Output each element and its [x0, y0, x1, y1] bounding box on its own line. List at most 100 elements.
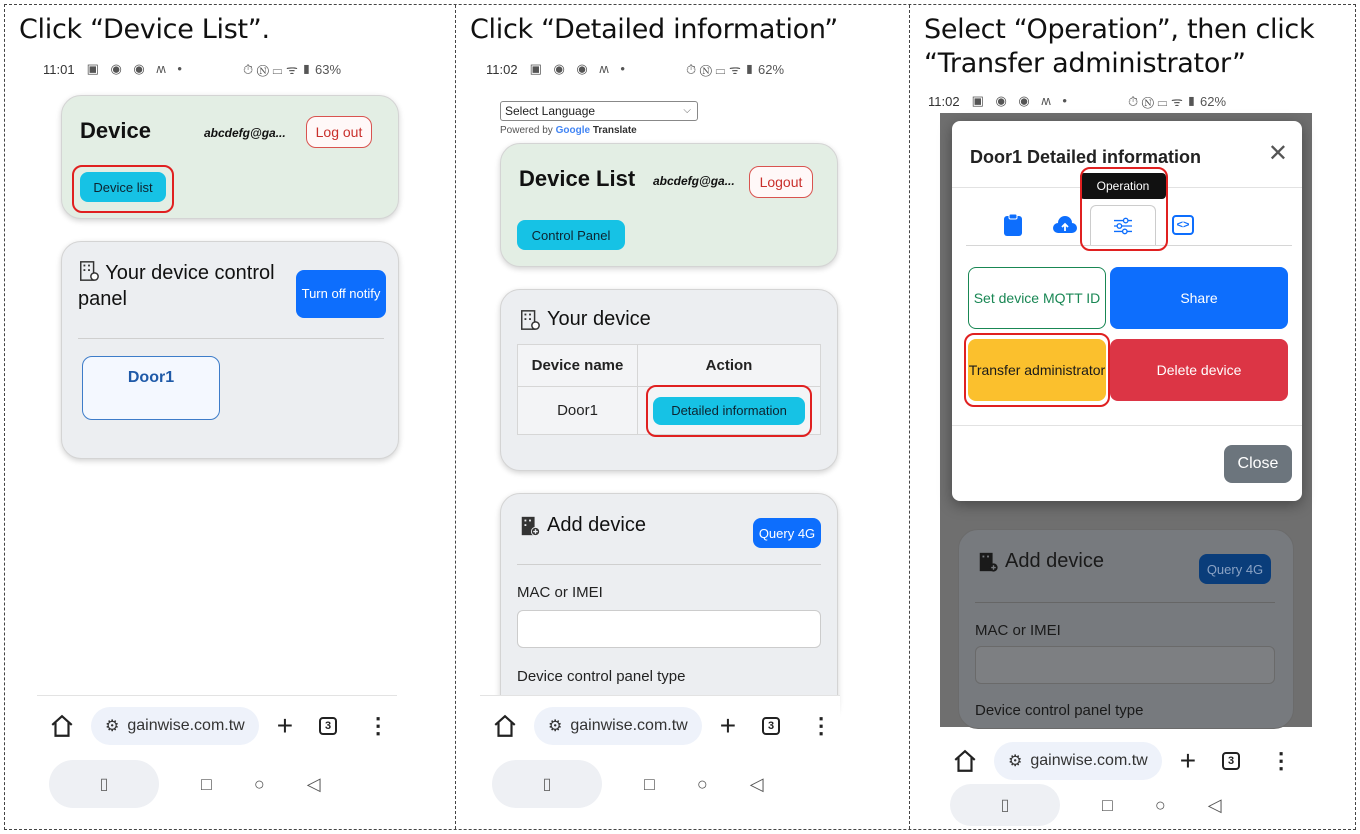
new-tab-icon[interactable]: + — [277, 710, 293, 742]
home-icon[interactable] — [492, 713, 518, 739]
home-icon[interactable] — [49, 713, 75, 739]
site-settings-icon[interactable]: ⚙ — [105, 716, 119, 736]
rotate-icon[interactable]: ▯ — [492, 760, 602, 808]
home-icon[interactable] — [952, 748, 978, 774]
browser-toolbar: ⚙ gainwise.com.tw + 3 ⋮ — [480, 695, 840, 755]
highlight-device-list — [72, 165, 174, 213]
android-nav-bar: ▯ □ ○ ◁ — [49, 757, 409, 811]
recents-icon[interactable]: □ — [644, 774, 655, 795]
highlight-transfer-administrator — [964, 333, 1110, 407]
code-icon[interactable]: <> — [1172, 215, 1194, 235]
url-bar[interactable]: ⚙ gainwise.com.tw — [534, 706, 702, 745]
status-time: 11:02 — [928, 93, 960, 109]
battery-level: 62% — [758, 62, 785, 77]
query-4g-button[interactable]: Query 4G — [1199, 554, 1271, 584]
step-2-caption: Click “Detailed information” — [470, 14, 838, 45]
more-menu-icon[interactable]: ⋮ — [810, 713, 832, 739]
control-panel-button[interactable]: Control Panel — [517, 220, 625, 250]
device-name-cell: Door1 — [517, 386, 638, 435]
notification-icons: ▣ ◉ ◉ ʍ • — [86, 61, 186, 76]
notification-icons: ▣ ◉ ◉ ʍ • — [529, 61, 629, 76]
home-nav-icon[interactable]: ○ — [1155, 795, 1166, 816]
delete-device-button[interactable]: Delete device — [1110, 339, 1288, 401]
rotate-icon[interactable]: ▯ — [49, 760, 159, 808]
recents-icon[interactable]: □ — [1102, 795, 1113, 816]
tab-count-icon[interactable]: 3 — [319, 716, 338, 735]
new-tab-icon[interactable]: + — [1180, 745, 1196, 777]
building-gear-icon — [80, 261, 99, 281]
panel-type-label: Device control panel type — [975, 702, 1144, 719]
step-1-caption: Click “Device List”. — [19, 14, 270, 45]
more-menu-icon[interactable]: ⋮ — [367, 713, 389, 739]
status-time: 11:02 — [486, 61, 518, 77]
tab-count-icon[interactable]: 3 — [762, 716, 781, 735]
cloud-upload-icon[interactable] — [1052, 215, 1078, 235]
highlight-operation-tab — [1080, 167, 1168, 251]
column-header: Device name — [517, 344, 638, 387]
back-icon[interactable]: ◁ — [307, 774, 321, 795]
add-device-card: Add device Query 4G MAC or IMEI Device c… — [500, 493, 838, 723]
url-text: gainwise.com.tw — [1030, 752, 1148, 769]
close-button[interactable]: Close — [1224, 445, 1292, 483]
system-icons: ⏱ Ⓝ ▭ ᯤ ▮ 62% — [686, 62, 785, 77]
add-device-card-dimmed: Add device Query 4G MAC or IMEI Device c… — [958, 529, 1294, 729]
share-button[interactable]: Share — [1110, 267, 1288, 329]
add-device-title: Add device — [977, 550, 1104, 573]
tutorial-grid: Click “Device List”. 11:01 ▣ ◉ ◉ ʍ • ⏱ Ⓝ… — [4, 4, 1356, 830]
turn-off-notify-button[interactable]: Turn off notify — [296, 270, 386, 318]
building-gear-icon — [521, 309, 540, 330]
close-icon[interactable]: ✕ — [1268, 139, 1288, 168]
mac-imei-label: MAC or IMEI — [517, 584, 603, 601]
url-bar[interactable]: ⚙ gainwise.com.tw — [994, 742, 1162, 780]
android-nav-bar: ▯ □ ○ ◁ — [492, 757, 852, 811]
modal-footer-divider — [952, 425, 1302, 426]
set-mqtt-id-button[interactable]: Set device MQTT ID — [968, 267, 1106, 329]
status-time: 11:01 — [43, 61, 75, 77]
your-device-title: Your device — [519, 308, 651, 331]
home-nav-icon[interactable]: ○ — [254, 774, 265, 795]
table-header-row: Device name Action — [517, 344, 821, 387]
url-bar[interactable]: ⚙ gainwise.com.tw — [91, 706, 259, 745]
panel-title-text: Your device control panel — [78, 262, 275, 310]
rotate-icon[interactable]: ▯ — [950, 784, 1060, 826]
card-title: Device — [80, 118, 151, 143]
step-1-panel: Click “Device List”. 11:01 ▣ ◉ ◉ ʍ • ⏱ Ⓝ… — [5, 5, 456, 829]
more-menu-icon[interactable]: ⋮ — [1270, 748, 1292, 774]
battery-level: 63% — [315, 62, 342, 77]
site-settings-icon[interactable]: ⚙ — [548, 716, 562, 736]
status-bar: 11:01 ▣ ◉ ◉ ʍ • ⏱ Ⓝ ▭ ᯤ ▮ 63% — [43, 61, 341, 77]
logout-button[interactable]: Log out — [306, 116, 372, 148]
mac-imei-input[interactable] — [517, 610, 821, 648]
query-4g-button[interactable]: Query 4G — [753, 518, 821, 548]
android-nav-bar: ▯ □ ○ ◁ — [950, 781, 1310, 829]
step-3-caption: Select “Operation”, then click “Transfer… — [924, 14, 1315, 79]
highlight-detailed-information — [646, 385, 812, 437]
building-add-icon — [521, 516, 541, 536]
status-bar: 11:02 ▣ ◉ ◉ ʍ • ⏱ Ⓝ ▭ ᯤ ▮ 62% — [928, 93, 1226, 109]
logout-button[interactable]: Logout — [749, 166, 813, 198]
battery-level: 62% — [1200, 94, 1227, 109]
panel-title: Your device control panel — [78, 260, 288, 312]
new-tab-icon[interactable]: + — [720, 710, 736, 742]
card-title: Device List — [519, 166, 636, 191]
clipboard-icon[interactable] — [1002, 213, 1024, 237]
door1-control[interactable]: Door1 — [82, 356, 220, 420]
chevron-down-icon: ⌵ — [683, 105, 691, 116]
language-select[interactable]: Select Language ⌵ — [500, 101, 698, 121]
tab-count-icon[interactable]: 3 — [1222, 752, 1241, 770]
recents-icon[interactable]: □ — [201, 774, 212, 795]
site-settings-icon[interactable]: ⚙ — [1008, 751, 1022, 771]
divider — [975, 602, 1275, 603]
add-device-title: Add device — [519, 514, 646, 537]
back-icon[interactable]: ◁ — [1208, 795, 1222, 816]
mac-imei-input[interactable] — [975, 646, 1275, 684]
modal-title: Door1 Detailed information — [970, 147, 1202, 167]
step-2-panel: Click “Detailed information” 11:02 ▣ ◉ ◉… — [456, 5, 910, 829]
home-nav-icon[interactable]: ○ — [697, 774, 708, 795]
browser-toolbar: ⚙ gainwise.com.tw + 3 ⋮ — [37, 695, 397, 755]
divider — [517, 564, 821, 565]
user-email: abcdefg@ga... — [653, 174, 735, 188]
mac-imei-label: MAC or IMEI — [975, 622, 1061, 639]
back-icon[interactable]: ◁ — [750, 774, 764, 795]
language-select-value: Select Language — [505, 104, 596, 118]
